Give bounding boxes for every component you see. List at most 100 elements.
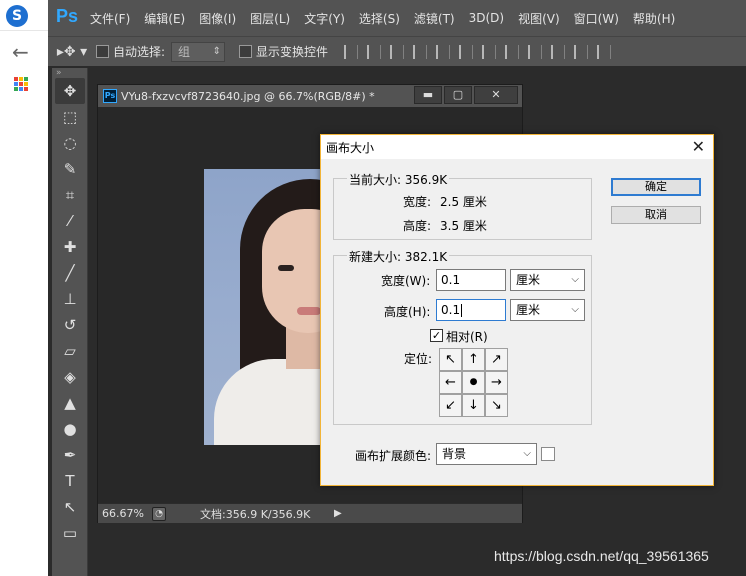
minimize-icon[interactable]: ▬: [414, 86, 442, 104]
menu-filter[interactable]: 滤镜(T): [414, 10, 455, 27]
align-buttons: [344, 44, 612, 59]
width-input[interactable]: 0.1: [436, 269, 506, 291]
cancel-button[interactable]: 取消: [611, 206, 701, 224]
current-width-label: 宽度:: [403, 195, 432, 209]
anchor-bottom-left-icon[interactable]: ↙: [439, 394, 462, 417]
current-height-label: 高度:: [403, 219, 432, 233]
auto-select-target-select[interactable]: 组: [171, 41, 226, 62]
align-right-icon[interactable]: [459, 44, 474, 59]
menu-window[interactable]: 窗口(W): [574, 10, 619, 27]
watermark: https://blog.csdn.net/qq_39561365: [494, 548, 709, 564]
anchor-top-icon[interactable]: ↑: [462, 348, 485, 371]
dialog-title: 画布大小: [326, 141, 375, 155]
eyedropper-tool-icon[interactable]: ⁄: [55, 208, 85, 234]
align-vcenter-icon[interactable]: [367, 44, 382, 59]
history-brush-tool-icon[interactable]: ↺: [55, 312, 85, 338]
anchor-left-icon[interactable]: ←: [439, 371, 462, 394]
menu-layer[interactable]: 图层(L): [250, 10, 290, 27]
show-transform-checkbox[interactable]: [239, 45, 253, 58]
show-transform-label: 显示变换控件: [256, 45, 329, 59]
align-bottom-icon[interactable]: [390, 44, 405, 59]
ps-document-icon: Ps: [103, 89, 117, 103]
relative-checkbox[interactable]: ✓: [430, 329, 443, 342]
relative-label[interactable]: 相对(R): [446, 328, 488, 345]
width-input-value: 0.1: [441, 273, 461, 287]
brush-tool-icon[interactable]: ╱: [55, 260, 85, 286]
distribute-left-icon[interactable]: [551, 44, 566, 59]
quick-select-tool-icon[interactable]: ✎: [55, 156, 85, 182]
move-tool-preset-icon[interactable]: ▸✥ ▾: [48, 44, 96, 60]
back-arrow-icon[interactable]: ←: [12, 40, 29, 64]
dialog-titlebar[interactable]: 画布大小 ✕: [321, 135, 713, 159]
healing-brush-tool-icon[interactable]: ✚: [55, 234, 85, 260]
clone-stamp-tool-icon[interactable]: ⊥: [55, 286, 85, 312]
anchor-top-right-icon[interactable]: ↗: [485, 348, 508, 371]
extension-color-value: 背景: [442, 447, 467, 461]
dialog-close-icon[interactable]: ✕: [692, 137, 705, 156]
status-share-icon[interactable]: ◔: [152, 506, 166, 521]
dodge-tool-icon[interactable]: ●: [55, 416, 85, 442]
lasso-tool-icon[interactable]: ◌: [55, 130, 85, 156]
distribute-hcenter-icon[interactable]: [574, 44, 589, 59]
distribute-right-icon[interactable]: [597, 44, 612, 59]
anchor-label: 定位:: [404, 352, 433, 366]
distribute-bottom-icon[interactable]: [528, 44, 543, 59]
width-unit-select[interactable]: 厘米 ⌵: [510, 269, 585, 291]
move-tool-icon[interactable]: ✥: [55, 78, 85, 104]
height-unit-select[interactable]: 厘米 ⌵: [510, 299, 585, 321]
extension-color-swatch[interactable]: [541, 447, 555, 461]
rectangle-tool-icon[interactable]: ▭: [55, 520, 85, 546]
maximize-icon[interactable]: ▢: [444, 86, 472, 104]
align-top-icon[interactable]: [344, 44, 359, 59]
options-bar: ▸✥ ▾ 自动选择: 组 显示变换控件: [48, 36, 746, 66]
width-unit-value: 厘米: [516, 273, 541, 287]
new-size-label: 新建大小: 382.1K: [347, 248, 450, 265]
pen-tool-icon[interactable]: ✒: [55, 442, 85, 468]
anchor-center-icon[interactable]: ●: [462, 371, 485, 394]
status-menu-arrow-icon[interactable]: ▶: [334, 508, 342, 519]
menu-view[interactable]: 视图(V): [518, 10, 560, 27]
extension-color-label: 画布扩展颜色:: [355, 449, 432, 463]
type-tool-icon[interactable]: T: [55, 468, 85, 494]
paint-bucket-tool-icon[interactable]: ◈: [55, 364, 85, 390]
height-input[interactable]: 0.1: [436, 299, 506, 321]
document-title: VYu8-fxzvcvf8723640.jpg @ 66.7%(RGB/8#) …: [121, 89, 375, 103]
menu-edit[interactable]: 编辑(E): [144, 10, 185, 27]
align-left-icon[interactable]: [413, 44, 428, 59]
chevron-down-icon: ⌵: [523, 448, 531, 459]
apps-grid-icon[interactable]: [14, 77, 28, 91]
panel-grip[interactable]: »: [52, 68, 87, 78]
document-titlebar[interactable]: Ps VYu8-fxzvcvf8723640.jpg @ 66.7%(RGB/8…: [98, 85, 522, 107]
menu-select[interactable]: 选择(S): [359, 10, 400, 27]
anchor-bottom-icon[interactable]: ↓: [462, 394, 485, 417]
zoom-level[interactable]: 66.67%: [98, 507, 152, 520]
document-size-info: 文档:356.9 K/356.9K: [200, 507, 311, 521]
menu-help[interactable]: 帮助(H): [633, 10, 675, 27]
align-hcenter-icon[interactable]: [436, 44, 451, 59]
photoshop-logo: Ps: [56, 6, 79, 26]
height-input-value: 0.1: [441, 303, 461, 317]
window-controls: ▬ ▢ ✕: [412, 86, 518, 104]
height-unit-value: 厘米: [516, 303, 541, 317]
marquee-tool-icon[interactable]: ⬚: [55, 104, 85, 130]
menu-image[interactable]: 图像(I): [199, 10, 236, 27]
extension-color-select[interactable]: 背景 ⌵: [436, 443, 537, 465]
close-icon[interactable]: ✕: [474, 86, 518, 104]
distribute-vcenter-icon[interactable]: [505, 44, 520, 59]
distribute-top-icon[interactable]: [482, 44, 497, 59]
document-statusbar: 66.67% ◔ 文档:356.9 K/356.9K ▶: [98, 503, 522, 523]
path-select-tool-icon[interactable]: ↖: [55, 494, 85, 520]
browser-strip: S ←: [0, 0, 48, 576]
crop-tool-icon[interactable]: ⌗: [55, 182, 85, 208]
anchor-top-left-icon[interactable]: ↖: [439, 348, 462, 371]
eraser-tool-icon[interactable]: ▱: [55, 338, 85, 364]
blur-tool-icon[interactable]: ▲: [55, 390, 85, 416]
menu-3d[interactable]: 3D(D): [469, 11, 504, 25]
menu-file[interactable]: 文件(F): [90, 10, 130, 27]
anchor-bottom-right-icon[interactable]: ↘: [485, 394, 508, 417]
auto-select-checkbox[interactable]: [96, 45, 109, 58]
anchor-right-icon[interactable]: →: [485, 371, 508, 394]
menu-type[interactable]: 文字(Y): [304, 10, 345, 27]
ok-button[interactable]: 确定: [611, 178, 701, 196]
portrait-eye-left: [278, 265, 294, 271]
